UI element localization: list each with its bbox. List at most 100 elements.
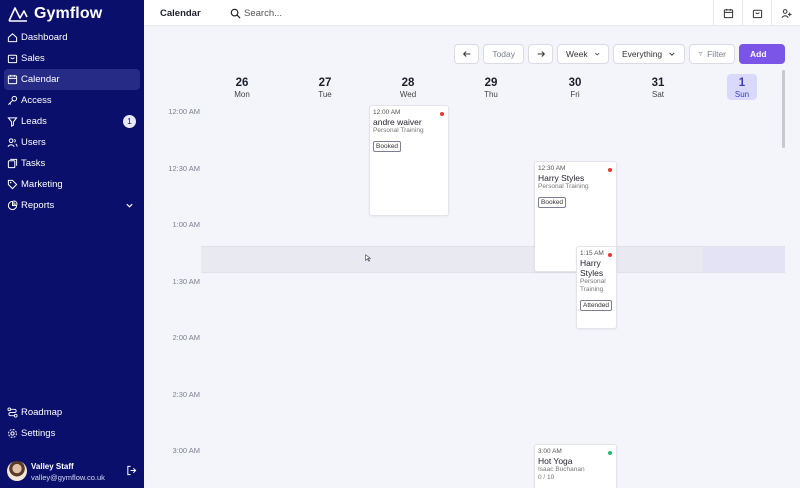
add-user-icon xyxy=(781,8,792,18)
status-dot-icon xyxy=(440,112,444,116)
status-dot-icon xyxy=(608,451,612,455)
user-email: valley@gymflow.co.uk xyxy=(31,473,105,482)
filter-button[interactable]: Filter xyxy=(689,44,735,64)
day-header[interactable]: 31 Sat xyxy=(643,74,673,100)
home-icon xyxy=(7,33,18,43)
time-label: 12:00 AM xyxy=(168,107,200,116)
event-title: Harry Styles xyxy=(538,173,585,183)
sidebar-item-sales[interactable]: Sales xyxy=(4,48,140,69)
status-dot-icon xyxy=(608,168,612,172)
calendar-event[interactable]: 12:00 AM andre waiver Personal Training … xyxy=(369,105,449,216)
roadmap-icon xyxy=(7,407,18,418)
today-button[interactable]: Today xyxy=(483,44,524,64)
sidebar-item-label: Dashboard xyxy=(21,32,68,43)
arrow-left-icon xyxy=(462,51,471,57)
time-label: 1:00 AM xyxy=(172,220,200,229)
brand-name: Gymflow xyxy=(34,5,103,22)
day-header[interactable]: 28 Wed xyxy=(393,74,423,100)
day-header[interactable]: 30 Fri xyxy=(560,74,590,100)
day-number: 28 xyxy=(401,77,415,89)
event-subtitle: Personal Training xyxy=(538,183,589,190)
sidebar-item-settings[interactable]: Settings xyxy=(4,423,140,444)
calendar-icon xyxy=(723,8,733,18)
chevron-down-icon[interactable] xyxy=(125,201,134,210)
sidebar-item-label: Tasks xyxy=(21,158,46,169)
funnel-icon xyxy=(7,117,18,127)
view-select-value: Week xyxy=(566,49,588,59)
avatar xyxy=(7,461,27,481)
filter-button-label: Filter xyxy=(707,49,726,59)
tasks-icon xyxy=(7,158,18,169)
search-icon xyxy=(230,8,241,19)
brand-logo[interactable]: Gymflow xyxy=(8,4,102,24)
calendar-event[interactable]: 3:00 AM Hot Yoga Isaac Buchanan 0 / 10 xyxy=(534,444,617,488)
sales-shortcut-button[interactable] xyxy=(742,0,771,26)
hovered-time-slot[interactable] xyxy=(201,246,785,273)
event-time: 12:30 AM xyxy=(538,165,566,172)
today-column-slot[interactable] xyxy=(703,247,785,272)
scope-select[interactable]: Everything xyxy=(613,44,685,64)
day-name: Mon xyxy=(234,90,250,99)
day-header[interactable]: 27 Tue xyxy=(310,74,340,100)
add-user-button[interactable] xyxy=(771,0,800,26)
page-title: Calendar xyxy=(160,8,201,19)
scope-select-value: Everything xyxy=(622,49,663,59)
calendar-grid[interactable]: 12:00 AM 12:30 AM 1:00 AM 1:30 AM 2:00 A… xyxy=(144,104,785,488)
sidebar-item-users[interactable]: Users xyxy=(4,132,140,153)
sidebar-item-calendar[interactable]: Calendar xyxy=(4,69,140,90)
sidebar-item-label: Calendar xyxy=(21,74,60,85)
calendar-event[interactable]: 1:15 AM Harry Styles Personal Training A… xyxy=(576,246,617,329)
sidebar-item-label: Users xyxy=(21,137,46,148)
arrow-right-icon xyxy=(537,51,545,57)
sidebar-item-roadmap[interactable]: Roadmap xyxy=(4,402,140,423)
sidebar-item-label: Settings xyxy=(21,428,56,439)
day-header-today[interactable]: 1 Sun xyxy=(727,74,757,100)
sidebar-item-label: Marketing xyxy=(21,179,63,190)
day-name: Sat xyxy=(651,90,664,99)
event-capacity: 0 / 10 xyxy=(538,474,555,481)
time-label: 2:00 AM xyxy=(172,333,200,342)
sidebar-item-label: Reports xyxy=(21,200,55,211)
sales-icon xyxy=(7,54,18,64)
topbar-actions xyxy=(713,0,800,26)
day-header[interactable]: 29 Thu xyxy=(476,74,506,100)
calendar-shortcut-button[interactable] xyxy=(713,0,742,26)
time-label: 2:30 AM xyxy=(172,390,200,399)
time-label: 12:30 AM xyxy=(168,164,200,173)
calendar-toolbar: Today Week Everything Filter Add xyxy=(454,44,785,64)
sidebar-item-leads[interactable]: Leads 1 xyxy=(4,111,140,132)
day-header[interactable]: 26 Mon xyxy=(227,74,257,100)
day-name: Tue xyxy=(318,90,332,99)
sidebar-item-tasks[interactable]: Tasks xyxy=(4,153,140,174)
view-select[interactable]: Week xyxy=(557,44,609,64)
previous-week-button[interactable] xyxy=(454,44,480,64)
day-name: Fri xyxy=(570,90,580,99)
current-user[interactable]: Valley Staff valley@gymflow.co.uk xyxy=(7,460,139,484)
sidebar-item-marketing[interactable]: Marketing xyxy=(4,174,140,195)
event-subtitle: Personal Training xyxy=(373,127,424,134)
chevron-down-icon xyxy=(669,52,675,56)
sidebar-item-access[interactable]: Access xyxy=(4,90,140,111)
status-badge: Booked xyxy=(538,197,567,208)
sidebar-item-label: Roadmap xyxy=(21,407,63,418)
logout-icon[interactable] xyxy=(126,465,137,476)
day-number: 27 xyxy=(318,77,332,89)
search-input[interactable] xyxy=(244,7,404,19)
time-label: 1:30 AM xyxy=(172,277,200,286)
sidebar-item-dashboard[interactable]: Dashboard xyxy=(4,27,140,48)
day-number: 31 xyxy=(651,77,665,89)
sidebar-nav: Dashboard Sales Calendar Access Leads 1 … xyxy=(0,27,144,216)
status-badge: Attended xyxy=(580,300,613,311)
add-button[interactable]: Add xyxy=(739,44,785,64)
sidebar-item-label: Sales xyxy=(21,53,45,64)
gear-icon xyxy=(8,429,17,438)
event-title: Hot Yoga xyxy=(538,456,573,466)
sidebar-item-reports[interactable]: Reports xyxy=(4,195,140,216)
event-time: 12:00 AM xyxy=(373,109,401,116)
next-week-button[interactable] xyxy=(528,44,553,64)
calendar-scrollbar[interactable] xyxy=(782,70,785,148)
chevron-down-icon[interactable] xyxy=(772,49,774,59)
sidebar-item-label: Leads xyxy=(21,116,47,127)
day-name: Sun xyxy=(734,90,750,99)
search-box[interactable] xyxy=(230,6,430,20)
